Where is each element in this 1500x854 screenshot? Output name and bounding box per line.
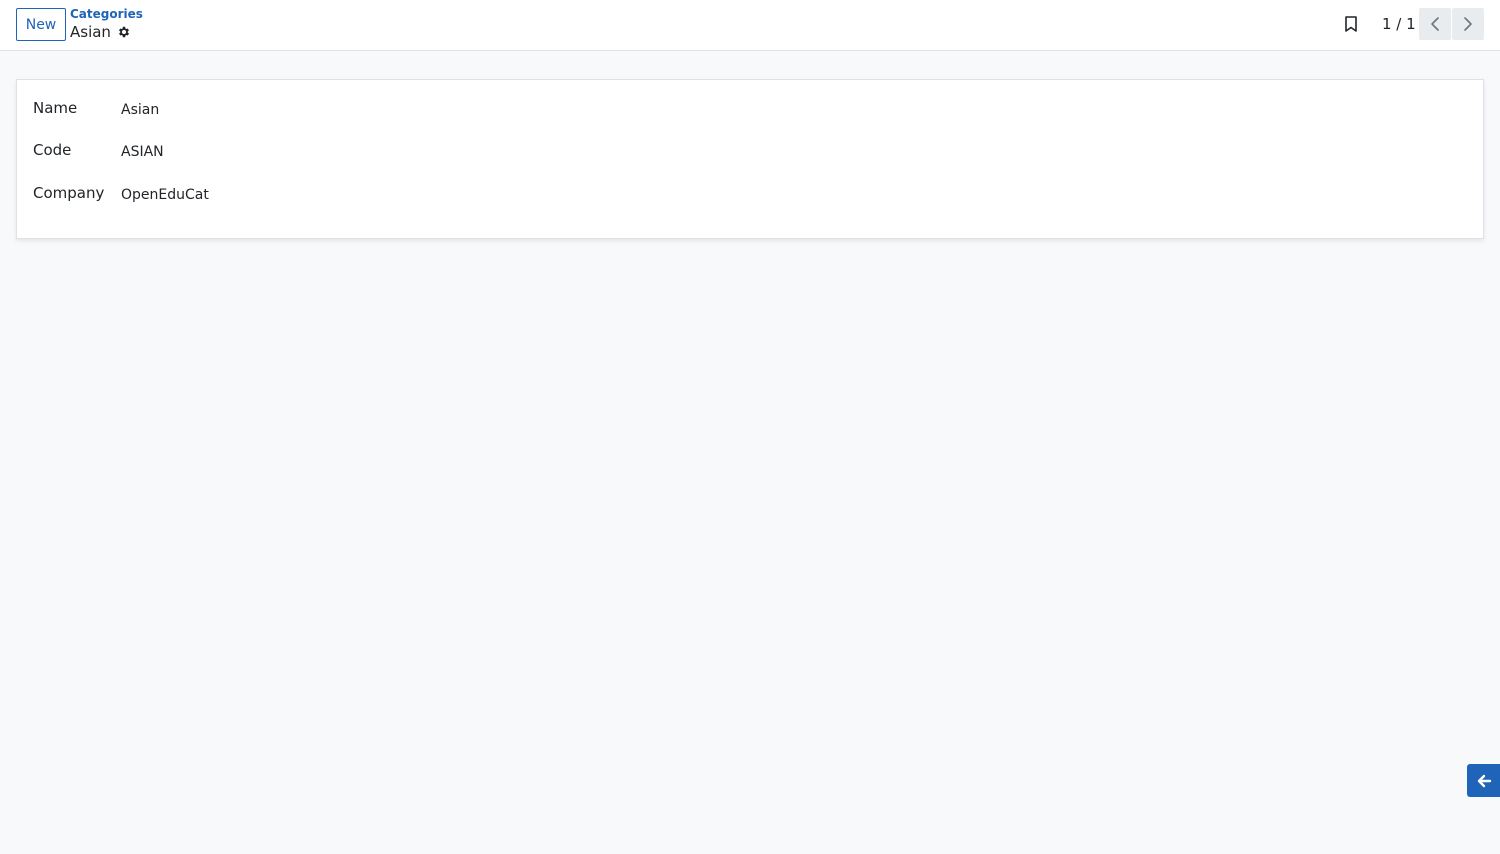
field-label-company: Company xyxy=(33,184,105,202)
field-value-company[interactable]: OpenEduCat xyxy=(121,185,209,205)
gear-icon[interactable] xyxy=(117,25,131,39)
field-label-name: Name xyxy=(33,99,78,117)
new-button[interactable]: New xyxy=(16,8,66,41)
side-panel-toggle-button[interactable] xyxy=(1467,764,1500,797)
field-value-name[interactable]: Asian xyxy=(121,100,159,120)
chevron-left-icon xyxy=(1431,17,1439,31)
chevron-right-icon xyxy=(1464,17,1472,31)
field-label-code: Code xyxy=(33,141,72,159)
record-title: Asian xyxy=(70,23,111,41)
bookmark-icon[interactable] xyxy=(1343,15,1359,33)
breadcrumb-parent-link[interactable]: Categories xyxy=(70,7,143,22)
field-value-code[interactable]: ASIAN xyxy=(121,142,164,162)
pager-value[interactable]: 1 / 1 xyxy=(1382,14,1416,34)
pager-previous-button[interactable] xyxy=(1419,8,1451,40)
pager-next-button[interactable] xyxy=(1452,8,1484,40)
arrow-left-icon xyxy=(1477,774,1491,787)
breadcrumb-current: Asian xyxy=(70,23,131,41)
form-sheet: Name Asian Code ASIAN Company OpenEduCat xyxy=(16,79,1484,239)
control-panel: New Categories Asian 1 / 1 xyxy=(0,0,1500,51)
